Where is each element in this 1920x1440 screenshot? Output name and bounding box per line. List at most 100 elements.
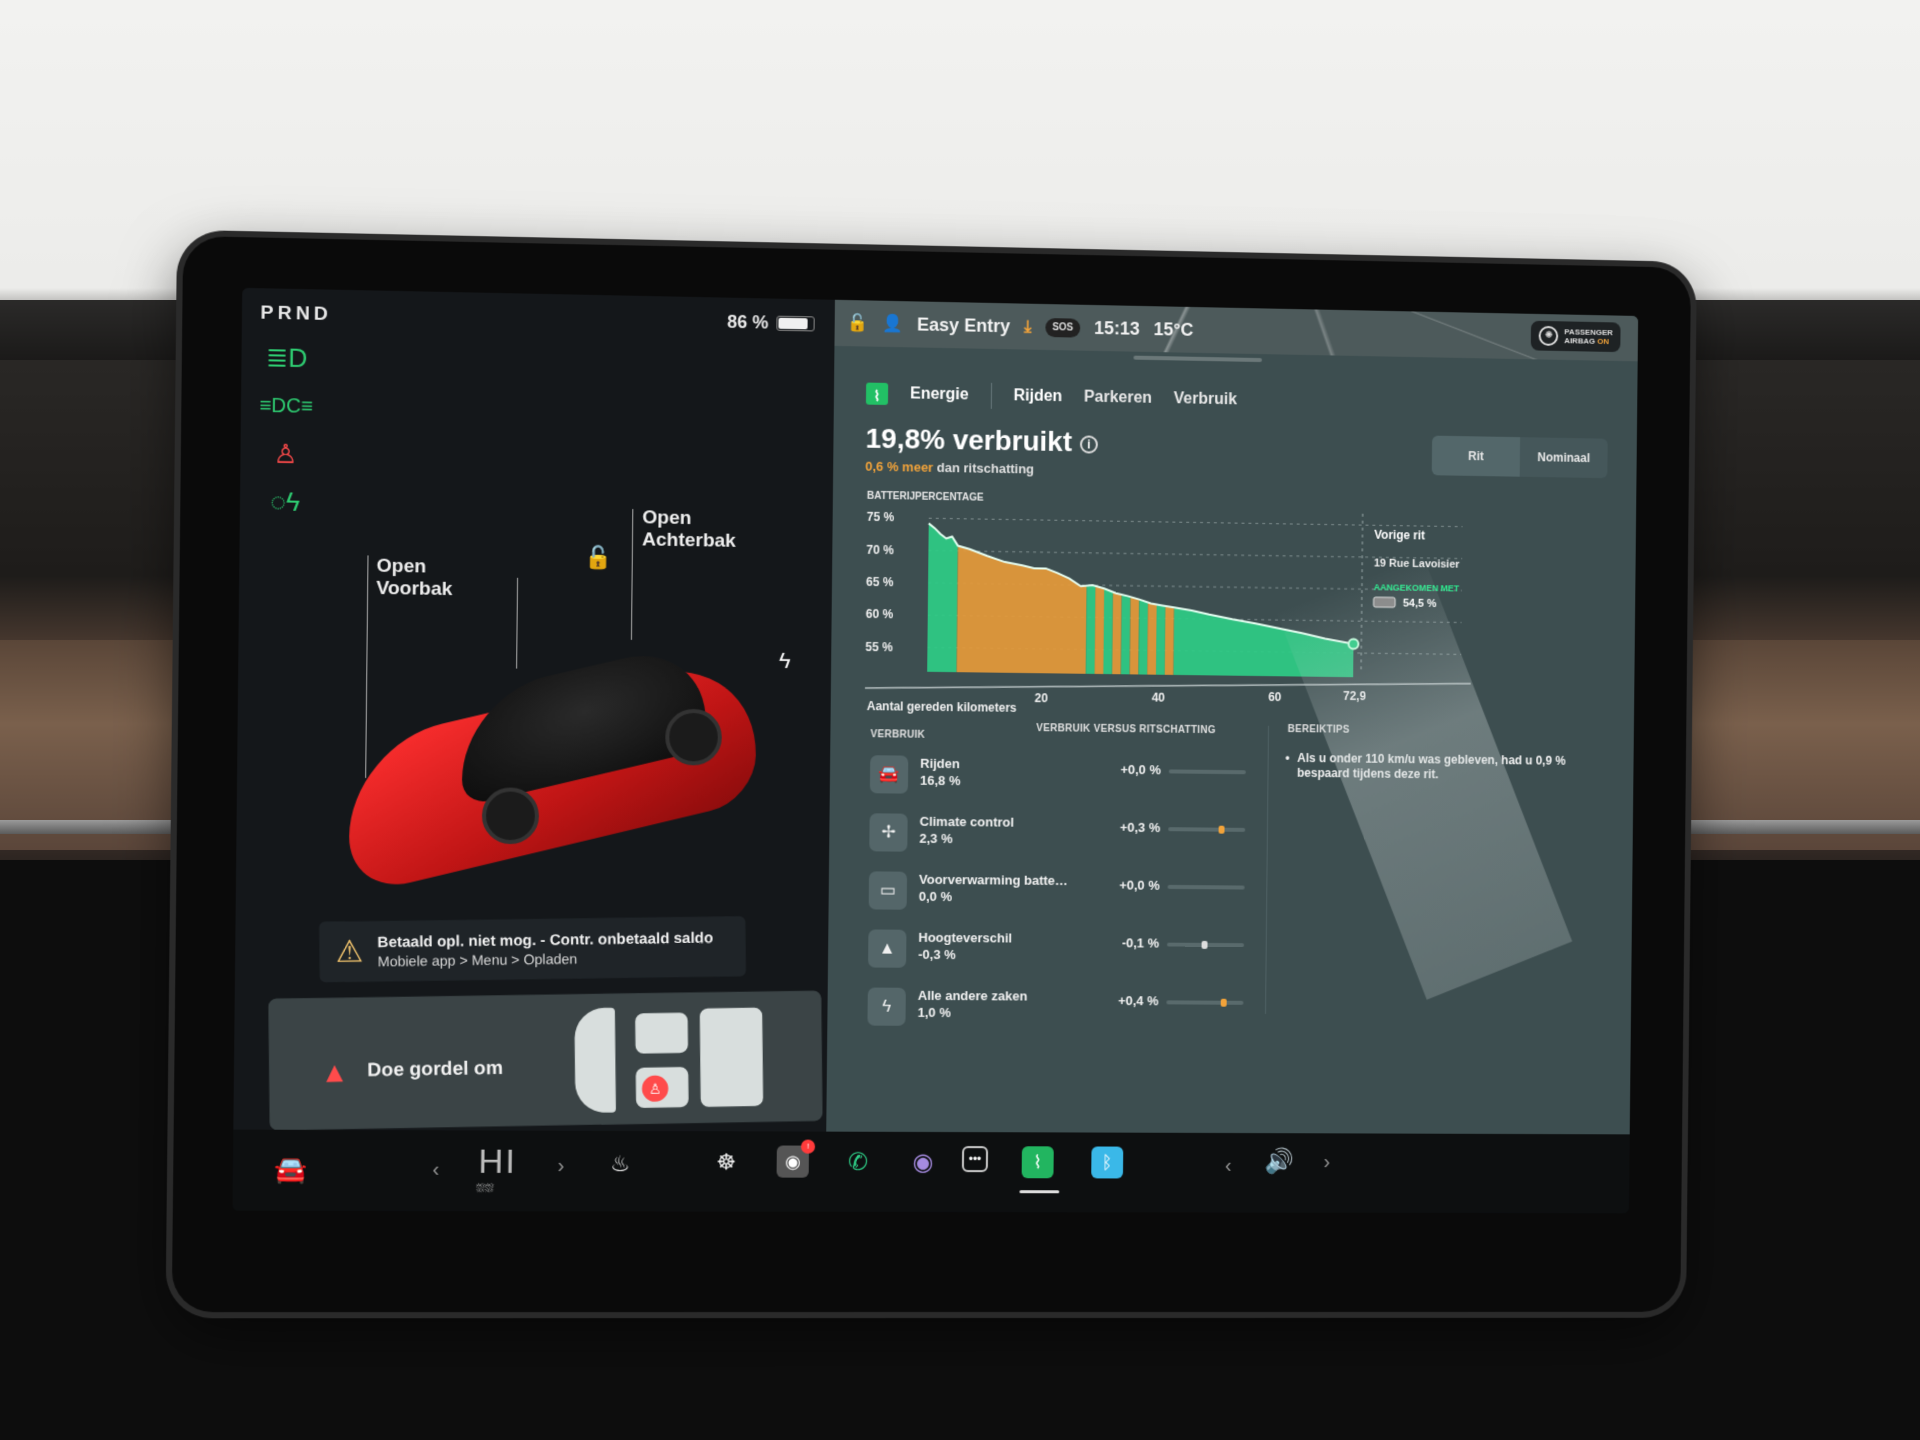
delta-marker xyxy=(1218,825,1225,834)
consumption-row: ✢ Climate control 2,3 % +0,3 % xyxy=(869,807,1246,868)
x-axis xyxy=(865,676,1471,696)
gear-indicator: PRND xyxy=(260,302,333,326)
car-icon: 🚘 xyxy=(869,755,909,794)
camera-badge: ! xyxy=(800,1139,816,1154)
bolt-icon: ϟ xyxy=(867,987,906,1026)
sos-button[interactable]: SOS xyxy=(1045,317,1081,338)
regen-icon: ◌ϟ xyxy=(270,485,301,517)
chart-area-segment xyxy=(1085,585,1096,674)
tab-verbruik[interactable]: Verbruik xyxy=(1174,390,1237,409)
defrost-icons[interactable]: ⛆⛆ xyxy=(476,1183,494,1196)
car-menu-icon[interactable]: 🚘 xyxy=(274,1154,308,1185)
open-frunk-button[interactable]: Open Voorbak xyxy=(376,556,453,602)
bluetooth-app-icon[interactable]: ᛒ xyxy=(1091,1146,1124,1179)
seatbelt-alert[interactable]: ▲ Doe gordel om ♙ xyxy=(268,990,823,1131)
energy-app-panel: 🔓 👤 Easy Entry ⤓ SOS 15:13 15°C ✺ PASSEN… xyxy=(826,299,1639,1135)
driver-profile-icon[interactable]: 👤 xyxy=(882,314,903,334)
consumption-name: Alle andere zaken xyxy=(917,987,1028,1004)
lock-status-icon[interactable]: 🔓 xyxy=(847,313,868,333)
estimate-delta-text: dan ritschatting xyxy=(933,459,1035,477)
seat-heater-icon[interactable]: ♨ xyxy=(610,1151,630,1177)
software-update-icon[interactable]: ⤓ xyxy=(1024,317,1032,337)
tab-energie[interactable]: Energie xyxy=(910,385,969,404)
consumption-delta: +0,0 % xyxy=(1119,877,1160,893)
charging-alert-text: Betaald opl. niet mog. - Contr. onbetaal… xyxy=(377,929,713,969)
seat-front-left xyxy=(635,1012,689,1054)
chart-area-segment xyxy=(1112,592,1122,675)
climate-temperature[interactable]: HI xyxy=(478,1143,517,1182)
car-3d-view[interactable] xyxy=(348,634,777,898)
tab-parkeren[interactable]: Parkeren xyxy=(1084,389,1152,408)
active-app-indicator xyxy=(1019,1190,1060,1194)
previous-trip-title: Vorige rit xyxy=(1374,528,1425,543)
delta-bar xyxy=(1168,769,1246,775)
y-tick-label: 55 % xyxy=(865,640,893,654)
x-tick-label: 20 xyxy=(1034,691,1048,705)
energy-app-icon[interactable]: ⌇ xyxy=(1021,1146,1054,1179)
chart-area-segment xyxy=(1164,606,1175,675)
consumption-list: 🚘 Rijden 16,8 % +0,0 % ✢ Climate control 2,3 %… xyxy=(867,749,1246,1041)
consumption-name: Voorverwarming batte… xyxy=(918,871,1068,889)
bottom-dock: 🚘 ‹ HI ⛆⛆ › ♨ ☸ ◉! ✆ ◉ ••• ⌇ ᛒ ‹ 🔊 › xyxy=(232,1129,1630,1214)
front-wheel xyxy=(481,787,540,845)
open-trunk-button[interactable]: Open Achterbak xyxy=(642,507,736,553)
fan-icon: ✢ xyxy=(869,813,908,852)
car-status-panel: PRND 86 % ≣D ≡DC≡ ♙ ◌ϟ Open Voorbak Open… xyxy=(233,287,835,1132)
warning-icon: ⚠ xyxy=(335,934,364,969)
info-icon[interactable]: i xyxy=(1079,434,1098,454)
volume-up-chevron[interactable]: › xyxy=(1323,1151,1330,1174)
display-bezel: PRND 86 % ≣D ≡DC≡ ♙ ◌ϟ Open Voorbak Open… xyxy=(171,235,1692,1313)
consumption-value: 1,0 % xyxy=(917,1004,951,1021)
delta-bar xyxy=(1167,884,1245,890)
trunk-leader-line xyxy=(630,509,634,640)
trip-nominal-toggle: Rit Nominaal xyxy=(1431,435,1608,479)
passenger-airbag-indicator: ✺ PASSENGER AIRBAG ON xyxy=(1531,320,1621,353)
charging-alert-title: Betaald opl. niet mog. - Contr. onbetaal… xyxy=(377,929,714,951)
steering-heater-icon[interactable]: ☸ xyxy=(716,1149,736,1175)
toggle-rit[interactable]: Rit xyxy=(1431,435,1521,477)
chart-area-segment xyxy=(1120,594,1131,675)
x-axis-label: Aantal gereden kilometers xyxy=(867,699,1017,715)
charging-alert[interactable]: ⚠ Betaald opl. niet mog. - Contr. onbeta… xyxy=(319,916,747,983)
consumption-value: -0,3 % xyxy=(918,946,956,963)
y-tick-label: 75 % xyxy=(867,510,895,524)
temp-down-chevron[interactable]: ‹ xyxy=(432,1159,439,1182)
chart-area-segment xyxy=(1173,607,1354,678)
seat-rear-bench xyxy=(699,1007,764,1107)
estimate-comparison: 0,6 % meer dan ritschatting xyxy=(865,459,1034,477)
energy-tabs: ⌇ Energie Rijden Parkeren Verbruik xyxy=(865,381,1237,414)
temp-up-chevron[interactable]: › xyxy=(557,1155,564,1178)
phone-app-icon[interactable]: ✆ xyxy=(842,1146,874,1178)
consumption-delta: +0,4 % xyxy=(1117,993,1159,1009)
energy-graph-icon: ⌇ xyxy=(865,382,889,405)
battery-chart-svg: BATTERIJPERCENTAGE 75 % 70 % 65 % 60 % 55 % Aa… xyxy=(856,491,1628,715)
panel-drag-handle[interactable] xyxy=(1133,355,1262,363)
charging-alert-detail: Mobiele app > Menu > Opladen xyxy=(377,950,578,969)
consumption-header: VERBRUIK xyxy=(870,729,926,741)
x-tick-label: 72,9 xyxy=(1343,689,1366,703)
tab-rijden[interactable]: Rijden xyxy=(1013,387,1062,406)
unlock-icon[interactable]: 🔓 xyxy=(584,545,612,572)
toggle-nominaal[interactable]: Nominaal xyxy=(1519,437,1608,479)
x-tick-label: 40 xyxy=(1152,691,1166,705)
arrived-with-label: AANGEKOMEN MET xyxy=(1374,582,1460,593)
dashcam-app-icon[interactable]: ◉ xyxy=(907,1146,939,1178)
chart-area-segment xyxy=(1147,602,1157,675)
chart-end-point xyxy=(1349,639,1359,649)
volume-icon[interactable]: 🔊 xyxy=(1264,1147,1294,1176)
battery-percent: 86 % xyxy=(727,311,769,333)
more-apps-icon[interactable]: ••• xyxy=(961,1146,989,1173)
camera-app-icon[interactable]: ◉! xyxy=(776,1139,816,1178)
estimate-delta: 0,6 % meer xyxy=(865,458,934,475)
headlight-icon: ≣D xyxy=(265,341,308,373)
driver-profile-name[interactable]: Easy Entry xyxy=(917,314,1010,337)
y-tick-label: 65 % xyxy=(866,575,894,589)
status-bar: 🔓 👤 Easy Entry ⤓ SOS 15:13 15°C xyxy=(834,300,1638,362)
y-tick-label: 60 % xyxy=(866,607,894,621)
charge-port-icon[interactable]: ϟ xyxy=(779,648,791,674)
alert-triangle-icon: ▲ xyxy=(320,1056,349,1089)
volume-down-chevron[interactable]: ‹ xyxy=(1225,1155,1232,1178)
range-tip: Als u onder 110 km/u was gebleven, had u… xyxy=(1297,751,1620,784)
energy-used-value: 19,8% verbruikt xyxy=(865,422,1073,458)
delta-bar xyxy=(1168,825,1246,834)
